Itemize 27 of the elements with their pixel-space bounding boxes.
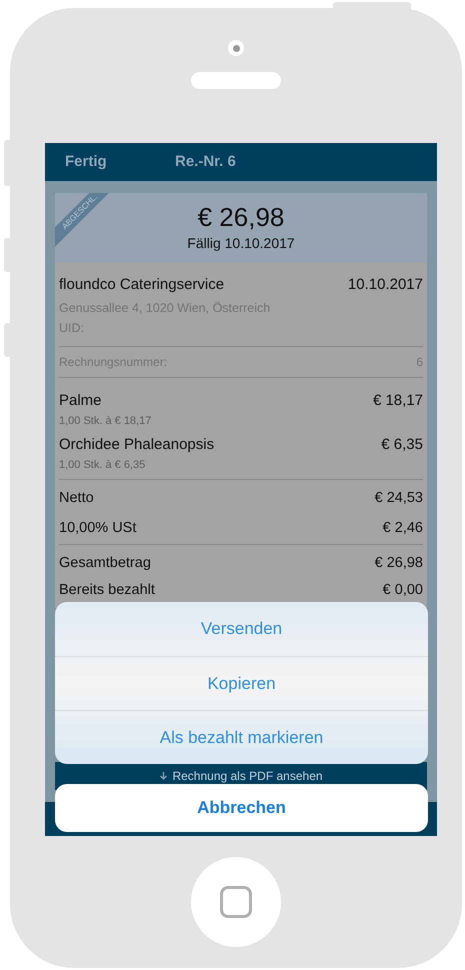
camera-icon: [228, 40, 244, 56]
item-detail: 1,00 Stk. à € 6,35: [59, 458, 146, 472]
row-label: Bereits bezahlt: [59, 581, 155, 600]
cancel-button[interactable]: Abbrechen: [55, 784, 428, 832]
invoice-total: € 26,98: [198, 201, 284, 233]
row-value: € 2,46: [382, 518, 423, 538]
action-sheet-option[interactable]: Versenden: [55, 602, 428, 656]
action-sheet-option[interactable]: Als bezahlt markieren: [55, 710, 428, 764]
row-label: 10,00% USt: [59, 518, 136, 538]
square-icon: [220, 886, 252, 918]
row-label: Palme: [59, 391, 102, 411]
row-value: € 0,00: [382, 581, 423, 600]
nav-title: Re.-Nr. 6: [175, 152, 236, 172]
row-label: Gesamtbetrag: [59, 554, 151, 572]
row-value: 10.10.2017: [348, 275, 423, 295]
row-label: Orchidee Phaleanopsis: [59, 435, 214, 455]
row-value: € 26,98: [374, 554, 423, 572]
row-value: € 24,53: [374, 489, 423, 508]
row-label: Netto: [59, 489, 94, 508]
download-icon: [159, 770, 168, 782]
row-value: € 6,35: [381, 435, 423, 455]
row-value: € 18,17: [372, 391, 423, 411]
action-sheet-option[interactable]: Kopieren: [55, 656, 428, 710]
done-button[interactable]: Fertig: [65, 150, 175, 174]
due-date: Fällig 10.10.2017: [187, 234, 295, 253]
item-detail: 1,00 Stk. à € 18,17: [59, 414, 152, 428]
row-label: floundco Cateringservice: [59, 275, 224, 295]
